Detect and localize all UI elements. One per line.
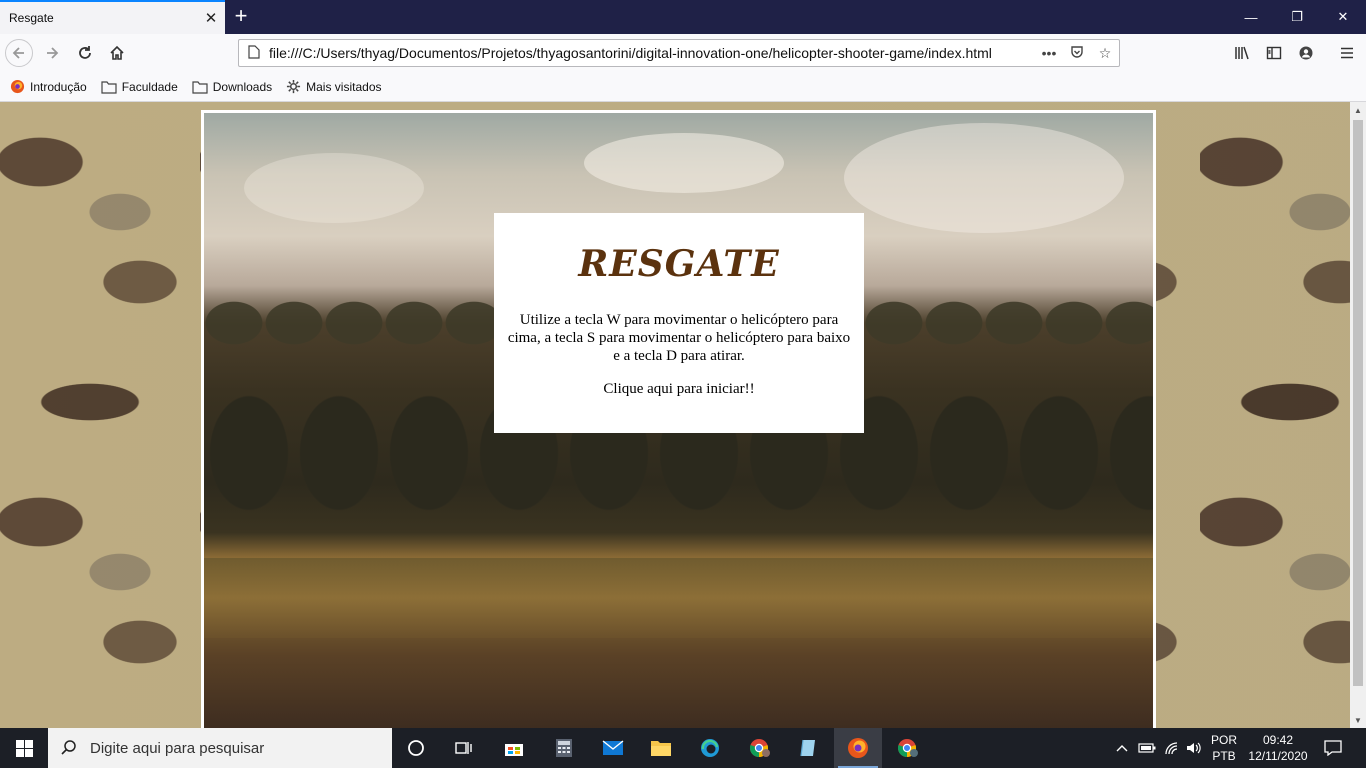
mail-icon[interactable]: [589, 728, 637, 768]
volume-icon[interactable]: [1184, 728, 1204, 768]
reload-icon: [79, 46, 91, 59]
bookmarks-toolbar: Introdução Faculdade Downloads Mais visi…: [0, 72, 1366, 102]
tab-resgate[interactable]: Resgate ✕: [0, 0, 225, 34]
folder-icon: [101, 80, 117, 94]
calculator-icon[interactable]: [540, 728, 588, 768]
tab-title: Resgate: [9, 11, 54, 25]
bookmark-mais-visitados[interactable]: Mais visitados: [286, 79, 382, 94]
scroll-thumb[interactable]: [1353, 120, 1363, 686]
show-hidden-icons[interactable]: [1113, 728, 1131, 768]
edge-icon[interactable]: [686, 728, 734, 768]
taskbar-search[interactable]: Digite aqui para pesquisar: [48, 728, 392, 768]
start-game-link[interactable]: Clique aqui para iniciar!!: [603, 381, 754, 398]
start-dialog: RESGATE Utilize a tecla W para movimenta…: [494, 213, 864, 433]
file-icon: [239, 44, 269, 62]
library-icon[interactable]: [1228, 39, 1256, 67]
forward-button[interactable]: [38, 39, 66, 67]
file-explorer-icon[interactable]: [637, 728, 685, 768]
home-button[interactable]: [103, 39, 131, 67]
tab-strip: Resgate ✕ + — ❐ ✕: [0, 0, 1366, 34]
new-tab-button[interactable]: +: [229, 5, 253, 29]
language-code: POR: [1210, 733, 1237, 747]
restore-button[interactable]: ❐: [1274, 0, 1320, 34]
bookmark-introducao[interactable]: Introdução: [10, 79, 87, 94]
bookmark-label: Introdução: [30, 79, 87, 94]
game-instructions: Utilize a tecla W para movimentar o heli…: [507, 312, 851, 364]
battery-icon[interactable]: [1137, 728, 1157, 768]
reload-button[interactable]: [71, 39, 99, 67]
menu-icon[interactable]: [1333, 39, 1361, 67]
scroll-up-icon[interactable]: ▲: [1350, 102, 1366, 118]
notifications-icon[interactable]: [1318, 728, 1348, 768]
cloud: [584, 133, 784, 193]
input-language[interactable]: POR PTB: [1206, 732, 1242, 764]
bookmark-star-icon[interactable]: ☆: [1091, 45, 1119, 62]
back-button[interactable]: [5, 39, 33, 67]
scroll-down-icon[interactable]: ▼: [1350, 712, 1366, 728]
windows-logo-icon: [15, 739, 33, 757]
close-tab-icon[interactable]: ✕: [197, 9, 225, 27]
store-icon[interactable]: [490, 728, 538, 768]
search-icon: [61, 740, 76, 755]
chrome-profile-icon[interactable]: [736, 728, 784, 768]
gear-icon: [286, 79, 301, 94]
search-placeholder: Digite aqui para pesquisar: [90, 739, 265, 757]
vertical-scrollbar[interactable]: ▲ ▼: [1350, 102, 1366, 728]
firefox-icon: [10, 79, 25, 94]
address-bar[interactable]: file:///C:/Users/thyag/Documentos/Projet…: [238, 39, 1120, 67]
arrow-left-icon: [12, 47, 24, 59]
bookmark-downloads[interactable]: Downloads: [192, 80, 272, 94]
keyboard-layout: PTB: [1212, 749, 1236, 763]
notes-app-icon[interactable]: [785, 728, 833, 768]
meadow: [204, 558, 1153, 638]
sidebar-icon[interactable]: [1260, 39, 1288, 67]
cloud: [844, 123, 1124, 233]
game-title: RESGATE: [578, 243, 780, 285]
page-viewport: RESGATE Utilize a tecla W para movimenta…: [0, 102, 1350, 728]
clock-time: 09:42: [1262, 733, 1294, 747]
bookmark-label: Faculdade: [121, 79, 178, 94]
cloud: [244, 153, 424, 223]
bookmark-label: Mais visitados: [306, 79, 382, 94]
navigation-bar: file:///C:/Users/thyag/Documentos/Projet…: [0, 34, 1366, 72]
page-actions-icon[interactable]: •••: [1035, 45, 1063, 61]
url-text[interactable]: file:///C:/Users/thyag/Documentos/Projet…: [269, 45, 1035, 61]
network-icon[interactable]: [1162, 728, 1182, 768]
task-view-icon[interactable]: [440, 728, 488, 768]
folder-icon: [192, 80, 208, 94]
account-icon[interactable]: [1292, 39, 1320, 67]
windows-start-button[interactable]: [0, 728, 48, 768]
chrome-taskbar-icon[interactable]: [884, 728, 932, 768]
close-window-button[interactable]: ✕: [1320, 0, 1366, 34]
home-icon: [110, 45, 124, 60]
pocket-icon[interactable]: [1063, 45, 1091, 62]
firefox-taskbar-icon[interactable]: [834, 728, 882, 768]
clock-date: 12/11/2020: [1248, 749, 1308, 763]
bookmark-faculdade[interactable]: Faculdade: [101, 80, 178, 94]
minimize-button[interactable]: —: [1228, 0, 1274, 34]
cortana-icon[interactable]: [392, 728, 440, 768]
arrow-right-icon: [47, 47, 59, 59]
bookmark-label: Downloads: [212, 79, 273, 94]
game-area[interactable]: RESGATE Utilize a tecla W para movimenta…: [201, 110, 1156, 728]
taskbar: Digite aqui para pesquisar POR PTB 09:42…: [0, 728, 1366, 768]
clock[interactable]: 09:42 12/11/2020: [1244, 732, 1312, 764]
